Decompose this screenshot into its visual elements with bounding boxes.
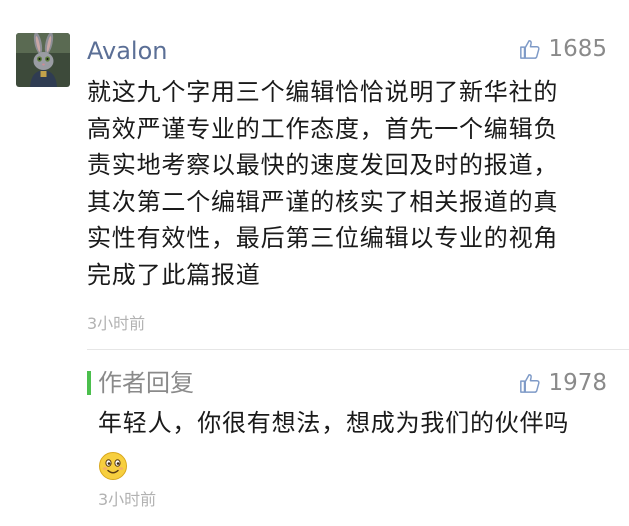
- like-count: 1685: [548, 36, 607, 62]
- reply-timestamp: 3小时前: [98, 490, 157, 509]
- comment-line: 就这九个字用三个编辑恰恰说明了新华社的: [87, 78, 559, 106]
- comment-text: 就这九个字用三个编辑恰恰说明了新华社的 高效严谨专业的工作态度，首先一个编辑负 …: [87, 74, 615, 293]
- reply-like-count: 1978: [548, 370, 607, 396]
- comment-line: 完成了此篇报道: [87, 260, 261, 289]
- username[interactable]: Avalon: [87, 36, 167, 66]
- reply-like-button[interactable]: 1978: [519, 368, 607, 398]
- thumbs-up-icon: [520, 40, 541, 59]
- comment-line: 责实地考察以最快的速度发回及时的报道，: [87, 151, 559, 179]
- author-reply-label: 作者回复: [98, 369, 194, 397]
- comment-line: 高效严谨专业的工作态度，首先一个编辑负: [87, 114, 559, 143]
- avatar[interactable]: [16, 33, 70, 87]
- thumbs-up-icon: [520, 374, 541, 393]
- comment-timestamp: 3小时前: [87, 314, 146, 333]
- reply-text: 年轻人，你很有想法，想成为我们的伙伴吗: [98, 409, 570, 437]
- comment-line: 其次第二个编辑严谨的核实了相关报道的真: [87, 187, 559, 216]
- reply-accent-bar: [87, 371, 91, 395]
- divider: [87, 349, 629, 350]
- smiling-face-emoji: [99, 452, 127, 480]
- like-button[interactable]: 1685: [519, 34, 607, 64]
- comment-page: Avalon 1685 就这九个字用三个编辑恰恰说明了新华社的 高效严谨专业的工…: [0, 0, 629, 526]
- comment-line: 实性有效性，最后第三位编辑以专业的视角: [87, 224, 559, 252]
- rabbit-avatar-icon: [16, 33, 70, 87]
